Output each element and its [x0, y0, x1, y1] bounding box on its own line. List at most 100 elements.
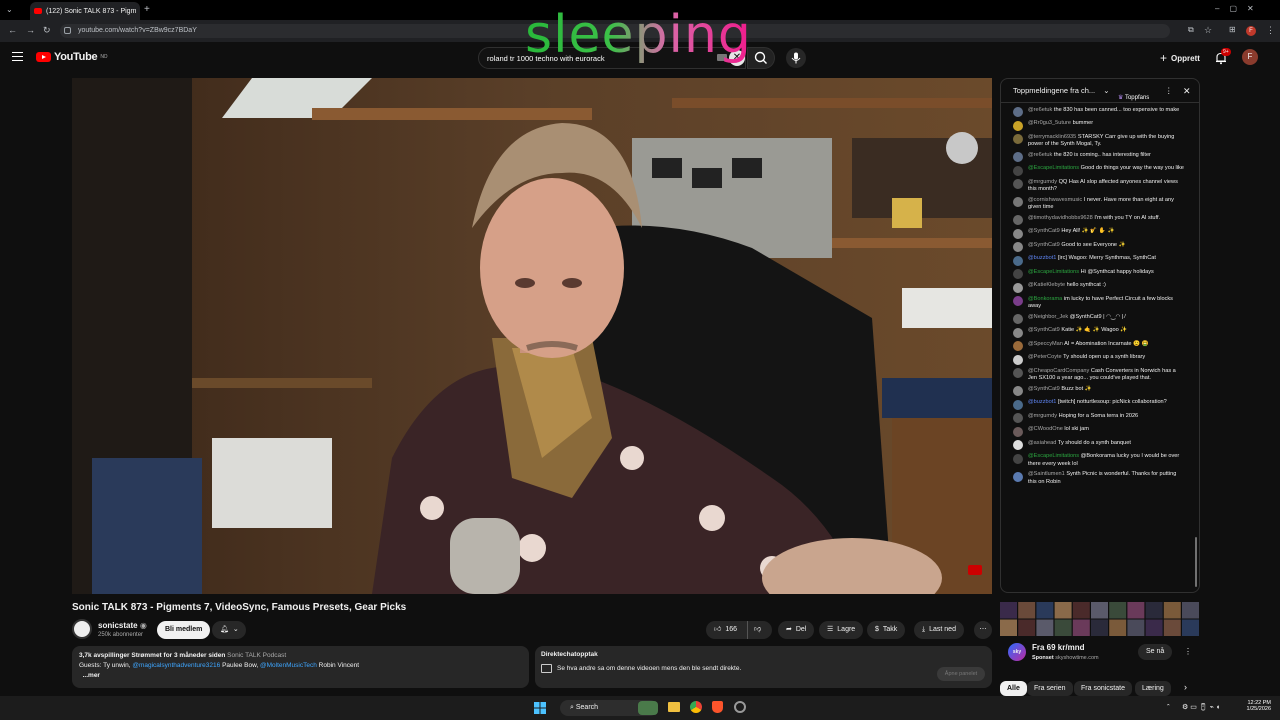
channel-name[interactable]: sonicstate ◉ — [98, 621, 147, 630]
chat-message[interactable]: @SpeccyMan AI = Abomination Incarnate 😉 … — [1001, 339, 1191, 353]
like-icon[interactable]: 👍︎ — [714, 621, 721, 639]
chat-message[interactable]: @cornishwavesmusic I never. Have more th… — [1001, 195, 1191, 213]
chat-author-name[interactable]: @cornishwavesmusic — [1028, 197, 1082, 203]
chat-author-name[interactable]: @EscapeLimitations — [1028, 269, 1079, 275]
chat-message[interactable]: @re6etuk the 830 has been canned... too … — [1001, 105, 1191, 119]
chat-message[interactable]: @mrgumdy Hoping for a Soma terra in 2026 — [1001, 411, 1191, 425]
browser-tab-active[interactable]: (122) Sonic TALK 873 - Pigm ✕ — [30, 2, 140, 20]
chat-author-name[interactable]: @EscapeLimitations — [1028, 453, 1079, 459]
chat-author-avatar[interactable] — [1013, 120, 1023, 131]
tray-icons[interactable]: ⚙ ▭ 🔋︎ ⌁ ◖ — [1182, 703, 1220, 711]
chat-message[interactable]: @re6etuk the 820 is coming.. has interes… — [1001, 150, 1191, 164]
chat-author-avatar[interactable] — [1013, 152, 1023, 162]
thanks-button[interactable]: $ Takk — [867, 621, 906, 639]
chat-author-name[interactable]: @timothydavidhobbs9628 — [1028, 215, 1093, 221]
chat-author-avatar[interactable] — [1013, 386, 1023, 396]
chat-message[interactable]: @Neighbor_Jek @SynthCat9 | ◠‿◠ |ﾉ — [1001, 312, 1191, 326]
chat-message[interactable]: @SynthCat9 Katie ✨ 🤙 ✨ Wagoo ✨ — [1001, 326, 1191, 340]
chat-author-avatar[interactable] — [1013, 242, 1023, 252]
guest-link-2[interactable]: @MoltenMusicTech — [260, 662, 317, 669]
chat-message[interactable]: @CWoodOne lol ski jam — [1001, 425, 1191, 439]
site-info-icon[interactable] — [64, 27, 71, 34]
tray-overflow-icon[interactable]: ⌃ — [1166, 704, 1171, 710]
chat-author-name[interactable]: @SynthCat9 — [1028, 228, 1060, 234]
podcast-tag[interactable]: Sonic TALK Podcast — [227, 652, 286, 659]
windows-start-icon[interactable] — [534, 702, 546, 714]
profile-icon[interactable]: F — [1246, 26, 1256, 36]
file-explorer-icon[interactable] — [668, 702, 680, 712]
guest-link-1[interactable]: @magicalsynthadventure3216 — [132, 662, 220, 669]
chat-message[interactable]: @PeterCoyte Ty should open up a synth li… — [1001, 353, 1191, 367]
chat-message[interactable]: @timothydavidhobbs9628 I'm with you TY o… — [1001, 213, 1191, 227]
chip-from-series[interactable]: Fra serien — [1027, 681, 1073, 696]
window-controls[interactable]: –▢✕ — [1215, 4, 1264, 13]
chat-message[interactable]: @asiahead Ty should do a synth banquet — [1001, 438, 1191, 452]
chat-author-avatar[interactable] — [1013, 215, 1023, 225]
chat-author-avatar[interactable] — [1013, 255, 1023, 266]
join-button[interactable]: Bli medlem — [157, 621, 211, 639]
chat-author-avatar[interactable] — [1013, 453, 1023, 464]
chat-author-avatar[interactable] — [1013, 471, 1023, 482]
brave-icon[interactable] — [712, 701, 723, 713]
reload-icon[interactable]: ↻ — [43, 25, 51, 36]
chat-more-icon[interactable]: ⋮ — [1165, 79, 1173, 103]
chat-author-avatar[interactable] — [1013, 368, 1023, 378]
chevron-down-icon[interactable]: ⌄ — [1103, 86, 1109, 95]
chat-message[interactable]: @CheapoCardCompany Cash Converters in No… — [1001, 366, 1191, 384]
voice-search-button[interactable] — [786, 48, 806, 68]
chip-all[interactable]: Alle — [1000, 681, 1027, 696]
create-button[interactable]: + Opprett — [1160, 51, 1200, 65]
ad-card[interactable]: sky Fra 69 kr/mnd Sponset skyshowtime.co… — [1000, 639, 1200, 669]
chat-author-name[interactable]: @Neighbor_Jek — [1028, 314, 1068, 320]
chat-author-avatar[interactable] — [1013, 282, 1023, 293]
chat-author-avatar[interactable] — [1013, 399, 1023, 410]
like-count[interactable]: 166 — [725, 621, 737, 639]
tab-search-icon[interactable]: ⌄ — [6, 5, 13, 14]
chat-author-name[interactable]: @SpeccyMan — [1028, 341, 1063, 347]
app-icon[interactable] — [734, 701, 746, 713]
more-link[interactable]: ...mer — [83, 672, 100, 679]
bookmark-star-icon[interactable]: ☆ — [1204, 25, 1212, 36]
chat-message[interactable]: @mrgumdy QQ Has AI slop affected anyones… — [1001, 177, 1191, 195]
chat-close-icon[interactable]: ✕ — [1183, 79, 1191, 103]
ad-cta-button[interactable]: Se nå — [1138, 644, 1173, 660]
clock[interactable]: 12:22 PM 1/25/2026 — [1241, 700, 1271, 712]
chat-author-name[interactable]: @buzzbot1 — [1028, 399, 1056, 405]
chat-author-name[interactable]: @terrymacklin6935 — [1028, 134, 1076, 140]
chat-mode-select[interactable]: Toppmeldingene fra ch... — [1013, 86, 1095, 95]
chat-author-avatar[interactable] — [1013, 134, 1023, 144]
chat-author-name[interactable]: @SynthCat9 — [1028, 327, 1060, 333]
more-actions-icon[interactable]: ⋯ — [974, 621, 992, 639]
cast-icon[interactable]: ⧉ — [1188, 25, 1194, 35]
chat-author-name[interactable]: @Bonkorama — [1028, 296, 1062, 302]
chat-author-name[interactable]: @buzzbot1 — [1028, 255, 1056, 261]
chrome-icon[interactable] — [690, 701, 702, 713]
chip-from-channel[interactable]: Fra sonicstate — [1074, 681, 1132, 696]
new-tab-icon[interactable]: + — [144, 4, 150, 15]
chat-message[interactable]: @EscapeLimitations Good do things your w… — [1001, 164, 1191, 178]
chat-author-avatar[interactable] — [1013, 228, 1023, 239]
chat-author-avatar[interactable] — [1013, 440, 1023, 450]
chat-scrollbar[interactable] — [1195, 537, 1197, 587]
chat-author-avatar[interactable] — [1013, 426, 1023, 437]
chat-message[interactable]: @EscapeLimitations @Bonkorama lucky you … — [1001, 452, 1191, 470]
channel-avatar[interactable] — [72, 619, 92, 639]
download-button[interactable]: ⤓ Last ned — [914, 621, 964, 639]
youtube-logo[interactable]: YouTube NO — [36, 51, 108, 63]
chat-author-name[interactable]: @SynthCat9 — [1028, 386, 1060, 392]
chat-author-avatar[interactable] — [1013, 341, 1023, 351]
notifications-button[interactable]: 9+ — [1214, 48, 1231, 68]
chat-author-name[interactable]: @mrgumdy — [1028, 179, 1057, 185]
chat-author-name[interactable]: @Rr0gu3_5uture — [1028, 120, 1071, 126]
description-box[interactable]: 3,7k avspillinger Strømmet for 3 måneder… — [72, 646, 529, 688]
chat-author-name[interactable]: @re6etuk — [1028, 107, 1052, 113]
chat-author-avatar[interactable] — [1013, 269, 1023, 279]
chat-author-name[interactable]: @SynthCat9 — [1028, 242, 1060, 248]
forward-icon[interactable]: → — [26, 25, 35, 35]
chat-message[interactable]: @EscapeLimitations Hi @Synthcat happy ho… — [1001, 267, 1191, 281]
chat-author-avatar[interactable] — [1013, 314, 1023, 324]
share-button[interactable]: ➦ Del — [778, 621, 815, 639]
chat-author-avatar[interactable] — [1013, 413, 1023, 423]
ad-banner-image[interactable] — [1000, 602, 1200, 637]
chat-author-avatar[interactable] — [1013, 354, 1023, 365]
